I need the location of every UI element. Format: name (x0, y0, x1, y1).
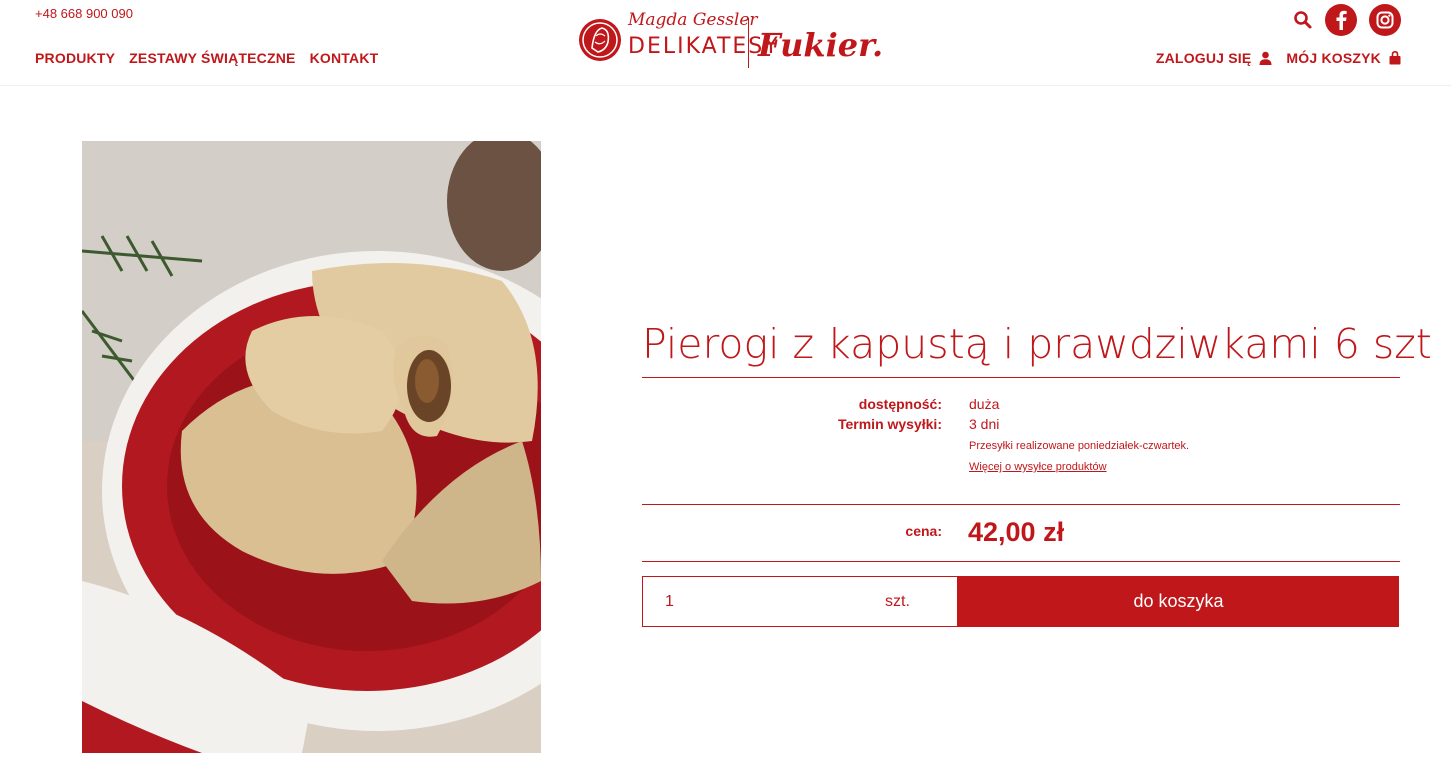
header-icons (1293, 4, 1401, 36)
facebook-icon[interactable] (1325, 4, 1357, 36)
bag-icon (1389, 51, 1401, 65)
nav-kontakt[interactable]: KONTAKT (310, 50, 379, 66)
instagram-icon[interactable] (1369, 4, 1401, 36)
quantity-field: szt. (642, 576, 958, 627)
quantity-input[interactable] (643, 577, 843, 626)
phone-number[interactable]: +48 668 900 090 (35, 6, 133, 21)
divider-middle (642, 504, 1400, 505)
nav-zestawy-swiateczne[interactable]: ZESTAWY ŚWIĄTECZNE (129, 50, 295, 66)
search-icon[interactable] (1293, 10, 1313, 30)
shipping-value: 3 dni (969, 416, 1000, 432)
divider-top (642, 377, 1400, 378)
pierogi-plate-illustration (82, 141, 541, 753)
user-icon (1259, 51, 1272, 65)
login-label: ZALOGUJ SIĘ (1155, 50, 1252, 66)
availability-value: duża (969, 396, 1000, 412)
facebook-glyph (1336, 10, 1347, 30)
main-nav: PRODUKTY ZESTAWY ŚWIĄTECZNE KONTAKT (35, 50, 378, 66)
availability-label: dostępność: (858, 396, 942, 412)
cart-label: MÓJ KOSZYK (1286, 50, 1381, 66)
instagram-glyph (1376, 11, 1394, 29)
logo-divider (748, 18, 749, 68)
cart-link[interactable]: MÓJ KOSZYK (1286, 50, 1401, 66)
logo-signature: Magda Gessler (628, 10, 758, 30)
nav-produkty[interactable]: PRODUKTY (35, 50, 115, 66)
divider-bottom (642, 561, 1400, 562)
shipping-label: Termin wysyłki: (837, 416, 942, 432)
quantity-unit: szt. (885, 593, 910, 610)
site-logo[interactable]: Magda Gessler DELIKATESY Fukier. (578, 10, 883, 72)
logo-fukier: Fukier. (758, 26, 884, 64)
logo-delikatesy: DELIKATESY (628, 34, 780, 59)
product-price: 42,00 zł (968, 517, 1065, 547)
login-link[interactable]: ZALOGUJ SIĘ (1156, 50, 1273, 66)
product-title: Pierogi z kapustą i prawdziwkami 6 szt (642, 320, 1432, 369)
price-label: cena: (905, 523, 942, 539)
add-to-cart-button[interactable]: do koszyka (958, 576, 1399, 627)
logo-emblem-icon (579, 19, 621, 61)
product-image[interactable] (82, 141, 541, 753)
site-header: +48 668 900 090 PRODUKTY ZESTAWY ŚWIĄTEC… (0, 0, 1451, 86)
account-nav: ZALOGUJ SIĘ MÓJ KOSZYK (1156, 50, 1401, 66)
shipping-note: Przesyłki realizowane poniedziałek-czwar… (969, 440, 1190, 452)
shipping-info-link[interactable]: Więcej o wysyłce produktów (969, 461, 1107, 473)
